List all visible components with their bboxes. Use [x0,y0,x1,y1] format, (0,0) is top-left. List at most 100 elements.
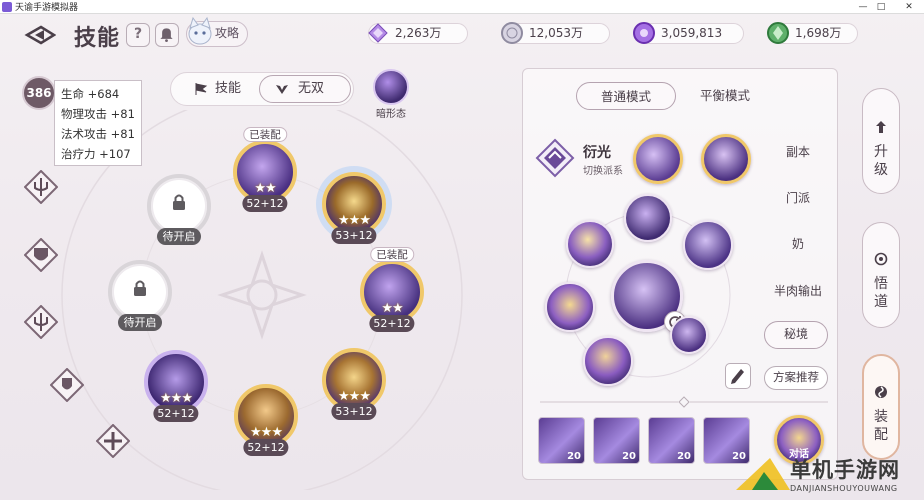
star-rating: ★★ [381,301,403,316]
skill-level: 52+12 [153,405,199,422]
skill-node[interactable]: ★★★ 52+12 [234,384,298,456]
skill-option[interactable] [683,220,733,270]
skill-level: 53+12 [331,227,377,244]
category-secret-realm[interactable]: 秘境 [764,321,828,349]
skill-card[interactable]: 20 [648,417,695,464]
strategy-label: 攻略 [215,26,240,40]
skill-option[interactable] [583,336,633,386]
app-icon [2,1,12,12]
category-sect[interactable]: 门派 [770,189,826,206]
skill-node[interactable]: 已装配 ★★ 52+12 [233,127,297,212]
equip-label-1: 装 [874,409,888,425]
silver-coin-icon [501,22,523,44]
locked-skill-node[interactable]: 待开启 [147,174,211,245]
card-count: 20 [622,451,636,462]
stat-line: 物理攻击 +81 [61,107,135,121]
page-title: 技能 [74,26,121,51]
tab-skill-label: 技能 [215,81,242,96]
resource-violet-gem[interactable]: 3,059,813 [633,22,744,44]
back-arrow-icon[interactable] [24,24,56,46]
strategy-button[interactable]: 攻略 [186,16,248,47]
skill-card[interactable]: 20 [538,417,585,464]
enlightenment-button[interactable]: 悟 道 [862,222,900,328]
swirl-icon [875,386,887,398]
resource-silver-coin[interactable]: 12,053万 [501,22,610,44]
green-gem-icon [767,22,789,44]
star-rating: ★★★ [160,391,193,406]
card-count: 20 [677,451,691,462]
maximize-button[interactable]: □ [874,1,888,13]
dark-form-label: 暗形态 [376,109,406,120]
minimize-button[interactable]: — [856,1,870,13]
enlightenment-label-1: 悟 [874,276,888,292]
cross-rune-icon[interactable] [96,424,130,458]
stat-tooltip: 生命 +684 物理攻击 +81 法术攻击 +81 治疗力 +107 [54,80,142,166]
violet-gem-icon [633,22,655,44]
equipped-tag: 已装配 [370,247,414,262]
tab-wushuang-label: 无双 [298,81,325,96]
tab-wushuang[interactable]: 无双 [259,75,351,103]
stat-line: 生命 +684 [61,87,120,101]
skill-node[interactable]: ★★★ 53+12 [322,172,386,244]
lock-icon [173,194,185,210]
shield-rune-icon[interactable] [50,368,84,402]
equip-label-2: 配 [874,427,888,443]
notification-button[interactable] [155,23,179,47]
pet-mascot-icon [188,16,212,45]
equipped-skill-slot[interactable] [633,134,683,184]
equip-button[interactable]: 装 配 [862,354,900,460]
faction-emblem-icon[interactable] [535,138,575,178]
window-titlebar: 天谕手游模拟器 — □ ✕ [0,0,924,14]
card-count: 20 [567,451,581,462]
resource-purple-crystal[interactable]: 2,263万 [368,23,468,44]
skill-option[interactable] [566,220,614,268]
watermark-subtext: DANJIANSHOUYOUWANG [790,484,898,493]
star-rating: ★★★ [250,425,283,440]
switch-faction-link[interactable]: 切换派系 [583,162,623,177]
help-button[interactable]: ? [126,23,150,47]
watermark-text: 单机手游网 [790,458,900,482]
level-badge[interactable]: 386 [22,76,56,110]
skill-card[interactable]: 20 [593,417,640,464]
shield-rune-icon[interactable] [24,238,58,272]
resource-value: 1,698万 [795,26,842,40]
tab-skill[interactable]: 技能 [185,75,257,103]
stat-line: 治疗力 +107 [61,147,131,161]
recommended-plan-button[interactable]: 方案推荐 [764,366,828,390]
edit-button[interactable] [725,363,751,389]
skill-option[interactable] [545,282,595,332]
skill-node[interactable]: 已装配 ★★ 52+12 [360,247,424,332]
category-healer[interactable]: 奶 [770,235,826,252]
resource-green-gem[interactable]: 1,698万 [767,22,858,44]
skill-option[interactable] [624,194,672,242]
category-dungeon[interactable]: 副本 [770,143,826,160]
upgrade-icon [876,121,886,133]
purple-crystal-icon [368,23,388,43]
locked-skill-node[interactable]: 待开启 [108,260,172,331]
unlock-pending-label: 待开启 [157,228,201,245]
panel-divider [540,396,828,408]
skill-node[interactable]: ★★★ 52+12 [144,350,208,422]
bell-icon [160,28,173,43]
window-title: 天谕手游模拟器 [15,3,79,13]
resource-value: 12,053万 [529,26,583,40]
resource-value: 2,263万 [395,26,442,40]
tab-balanced-mode[interactable]: 平衡模式 [686,82,764,110]
skill-level: 53+12 [331,403,377,420]
skill-option[interactable] [670,316,708,354]
lock-icon [134,280,146,296]
dark-form-toggle[interactable]: 暗形态 [371,69,411,120]
star-rating: ★★★ [338,389,371,404]
trident-rune-icon[interactable] [24,305,58,339]
mode-tab-group: 技能 无双 [170,72,354,106]
close-button[interactable]: ✕ [902,1,916,13]
pen-icon [731,369,744,384]
trident-rune-icon[interactable] [24,170,58,204]
upgrade-button[interactable]: 升 级 [862,88,900,194]
equipped-skill-slot[interactable] [701,134,751,184]
tab-normal-mode[interactable]: 普通模式 [576,82,676,110]
skill-node[interactable]: ★★★ 53+12 [322,348,386,420]
star-rating: ★★★ [338,213,371,228]
spiral-icon [874,252,888,266]
category-semi-tank-dps[interactable]: 半肉输出 [770,282,826,299]
